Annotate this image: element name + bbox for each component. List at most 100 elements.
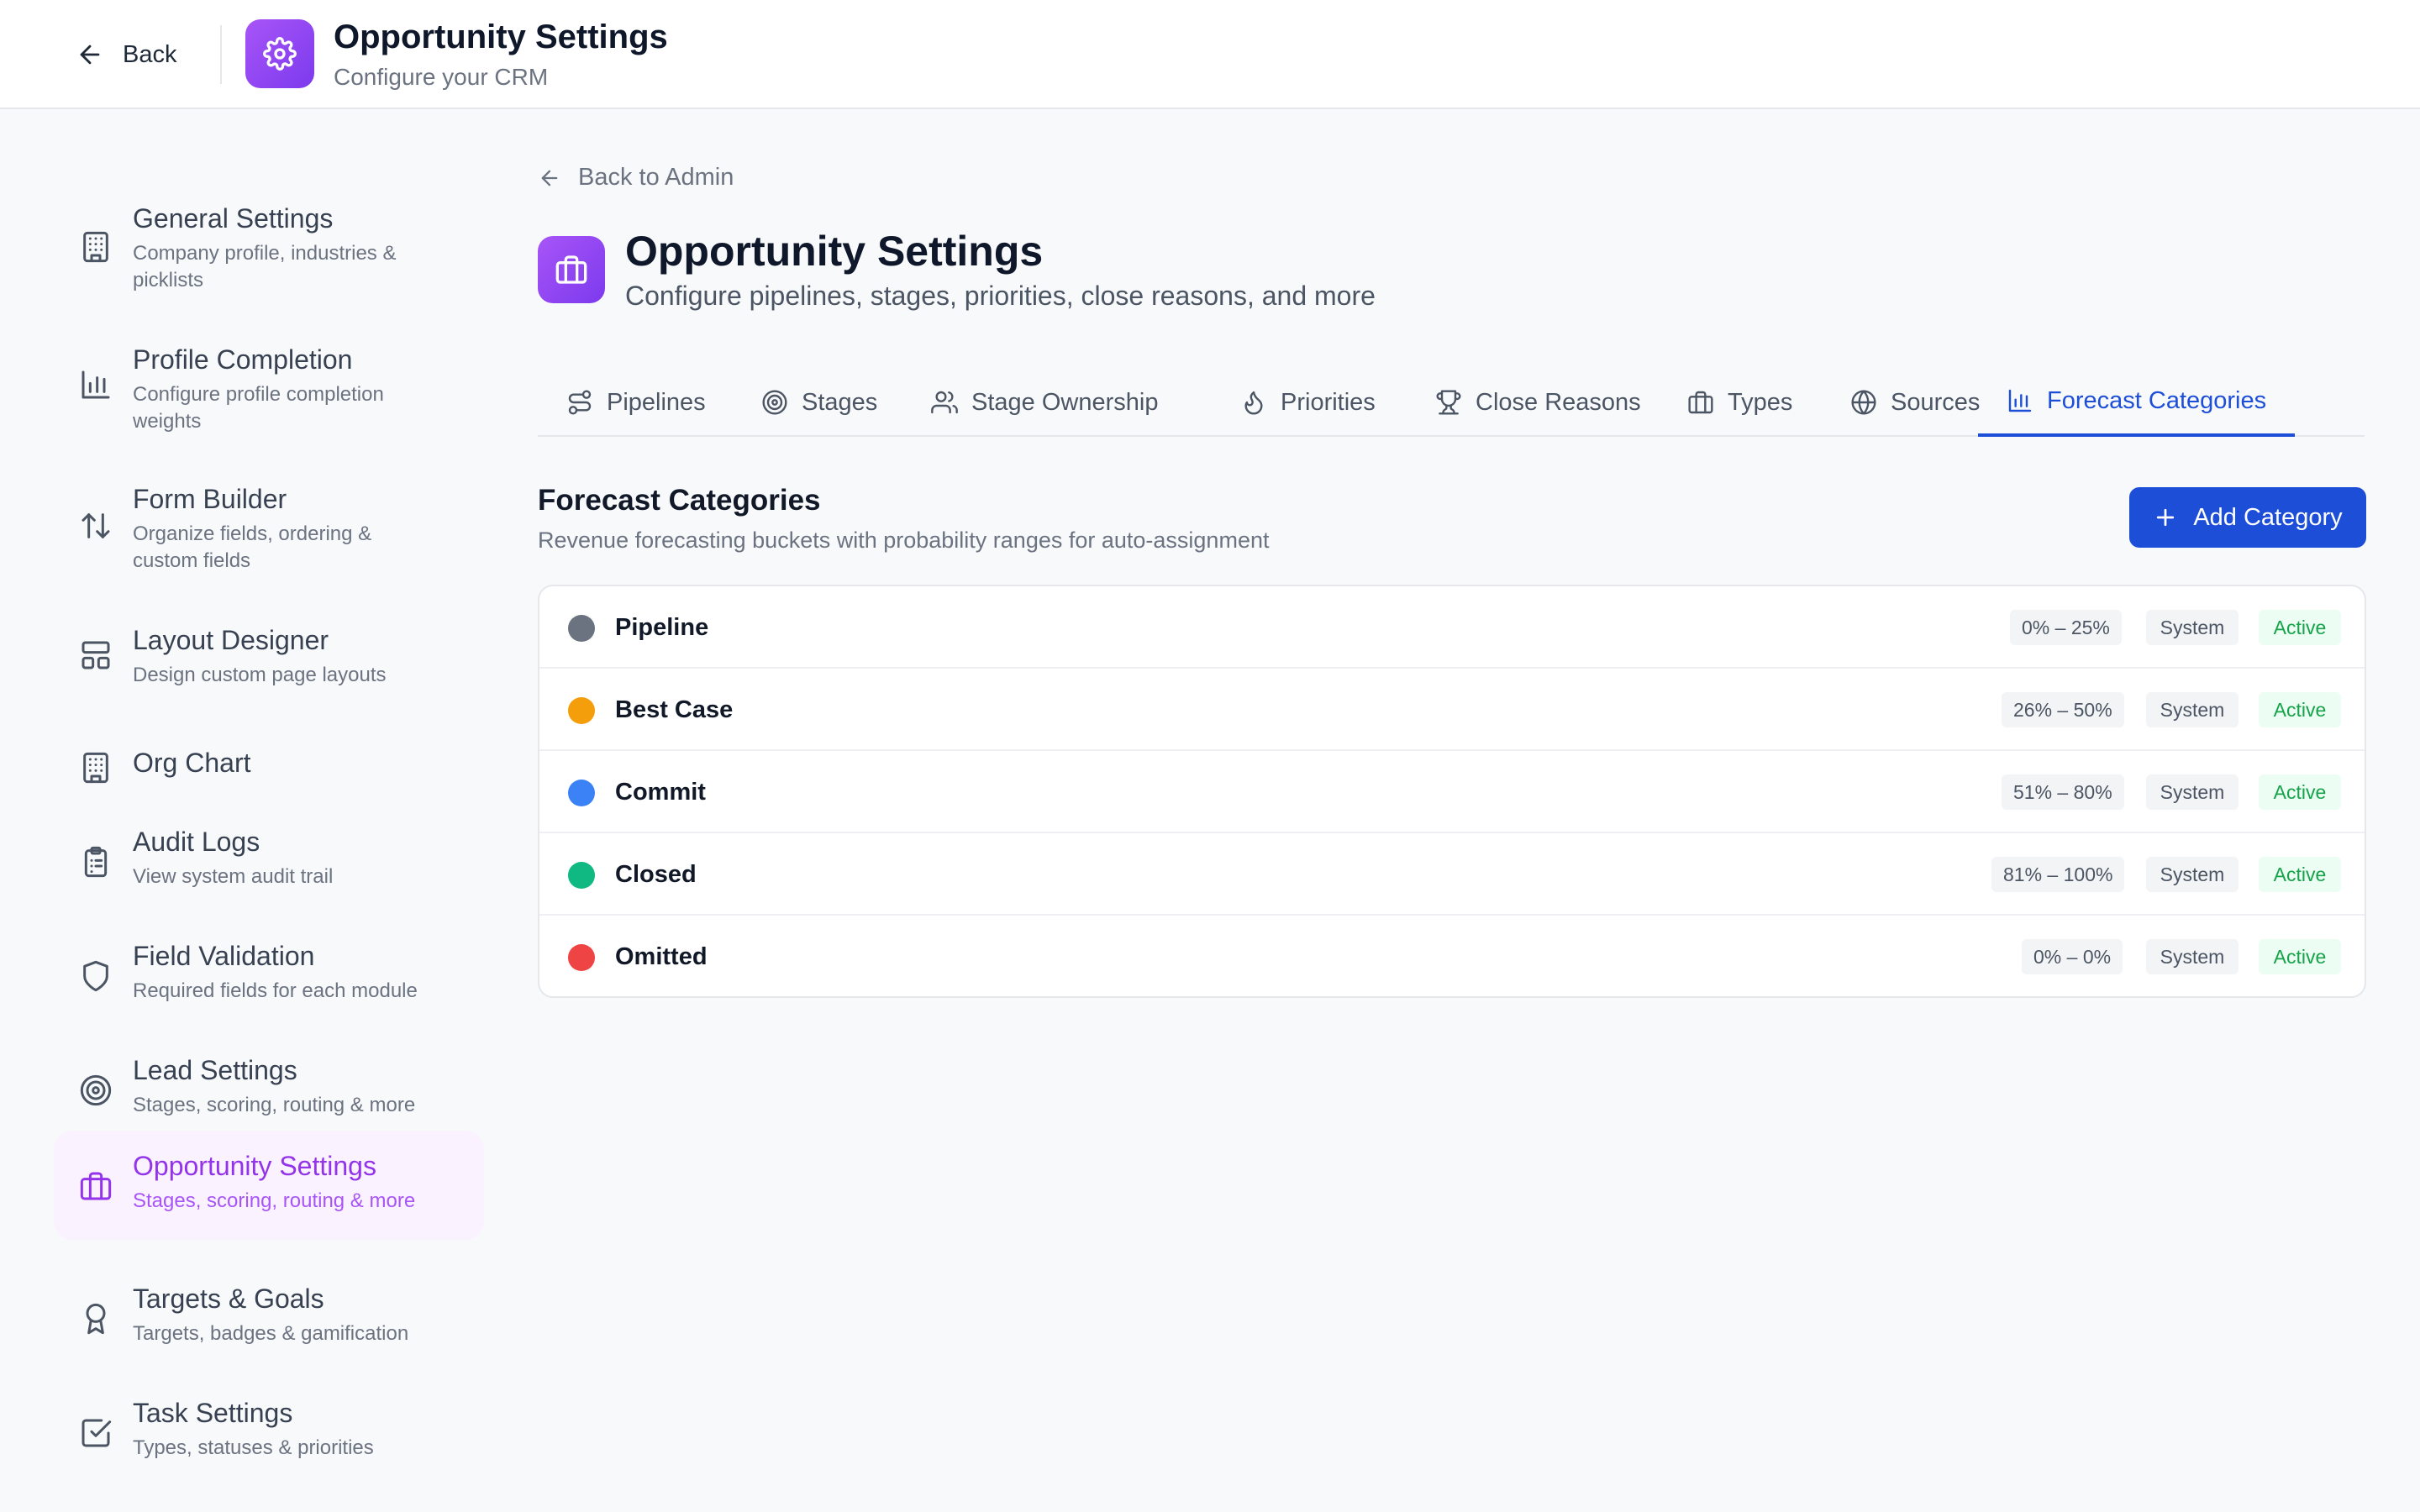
forecast-categories-list: Pipeline 0% – 25% System Active Best Cas… [538, 585, 2366, 998]
system-badge: System [2146, 692, 2238, 727]
tab-label: Forecast Categories [2047, 386, 2267, 414]
clipboard-icon [79, 845, 113, 879]
probability-range-badge: 51% – 80% [2002, 774, 2124, 810]
category-color-dot [568, 697, 595, 724]
probability-range-badge: 0% – 0% [2022, 939, 2123, 974]
briefcase-icon [538, 236, 605, 303]
building-icon [79, 751, 113, 785]
sidebar-item-audit-logs[interactable]: Audit Logs View system audit trail [54, 806, 484, 899]
target-icon [79, 1074, 113, 1107]
category-name: Commit [615, 779, 706, 806]
category-name: Best Case [615, 696, 734, 723]
tab-priorities[interactable]: Priorities [1212, 368, 1404, 437]
sidebar-item-profile-completion[interactable]: Profile Completion Configure profile com… [54, 323, 484, 433]
status-badge: Active [2259, 857, 2341, 892]
sidebar-item-field-validation[interactable]: Field Validation Required fields for eac… [54, 921, 484, 1013]
sidebar-item-targets-goals[interactable]: Targets & Goals Targets, badges & gamifi… [54, 1263, 484, 1356]
sidebar-item-title: Task Settings [133, 1398, 293, 1428]
status-badge: Active [2259, 774, 2341, 810]
settings-gear-icon [245, 19, 314, 88]
users-icon [931, 391, 958, 414]
tab-types[interactable]: Types [1659, 368, 1821, 437]
tab-label: Close Reasons [1476, 388, 1641, 416]
tab-label: Sources [1891, 388, 1981, 416]
sidebar-item-opportunity-settings[interactable]: Opportunity Settings Stages, scoring, ro… [54, 1131, 484, 1240]
sidebar-item-title: Org Chart [133, 748, 251, 778]
header-title: Opportunity Settings [334, 18, 668, 55]
category-row-omitted[interactable]: Omitted 0% – 0% System Active [539, 916, 2365, 996]
category-name: Pipeline [615, 614, 709, 641]
target-icon [762, 390, 787, 415]
tab-label: Pipelines [607, 388, 706, 416]
tab-pipelines[interactable]: Pipelines [538, 368, 734, 437]
status-badge: Active [2259, 939, 2341, 974]
tab-forecast-categories[interactable]: Forecast Categories [1978, 368, 2296, 437]
category-color-dot [568, 944, 595, 971]
category-color-dot [568, 780, 595, 806]
sidebar-item-desc: Stages, scoring, routing & more [133, 1094, 416, 1116]
probability-range-badge: 81% – 100% [1991, 857, 2125, 892]
sidebar-item-title: Profile Completion [133, 344, 353, 375]
sidebar-item-title: General Settings [133, 203, 334, 234]
tab-close-reasons[interactable]: Close Reasons [1407, 368, 1670, 437]
layout-icon [79, 638, 113, 672]
add-category-label: Add Category [2193, 503, 2343, 531]
back-button[interactable]: Back [76, 34, 176, 76]
sidebar-item-desc: Company profile, industries & picklists [133, 242, 397, 291]
tab-stage-ownership[interactable]: Stage Ownership [902, 368, 1186, 437]
back-to-admin-link[interactable]: Back to Admin [538, 164, 734, 192]
section-title: Forecast Categories [538, 484, 821, 517]
flame-icon [1244, 391, 1263, 415]
probability-range-badge: 0% – 25% [2010, 610, 2122, 645]
breadcrumb-label: Back to Admin [578, 164, 734, 191]
add-category-button[interactable]: Add Category [2129, 487, 2366, 548]
sidebar-item-title: Opportunity Settings [133, 1151, 376, 1181]
sidebar-item-layout-designer[interactable]: Layout Designer Design custom page layou… [54, 605, 484, 689]
back-button-label: Back [123, 40, 177, 68]
category-name: Closed [615, 861, 697, 888]
shield-icon [79, 959, 113, 993]
settings-tabs: Pipelines Stages Stage Ownership Priorit… [538, 368, 2365, 437]
sidebar-item-title: Form Builder [133, 484, 287, 514]
tab-label: Types [1728, 388, 1793, 416]
sort-arrows-icon [79, 509, 113, 543]
bar-chart-icon [79, 368, 113, 402]
status-badge: Active [2259, 610, 2341, 645]
sidebar-item-desc: Targets, badges & gamification [133, 1322, 409, 1345]
category-row-commit[interactable]: Commit 51% – 80% System Active [539, 751, 2365, 833]
tab-label: Stages [802, 388, 878, 416]
check-square-icon [79, 1416, 113, 1450]
tab-label: Priorities [1281, 388, 1376, 416]
award-icon [79, 1302, 113, 1336]
category-row-closed[interactable]: Closed 81% – 100% System Active [539, 833, 2365, 916]
sidebar-item-desc: View system audit trail [133, 865, 334, 888]
briefcase-icon [1688, 391, 1713, 414]
sidebar-item-general-settings[interactable]: General Settings Company profile, indust… [54, 181, 484, 291]
briefcase-icon [79, 1169, 113, 1203]
sidebar-item-task-settings[interactable]: Task Settings Types, statuses & prioriti… [54, 1378, 484, 1470]
system-badge: System [2146, 610, 2238, 645]
arrow-left-icon [538, 166, 561, 190]
tab-stages[interactable]: Stages [733, 368, 906, 437]
sidebar-item-form-builder[interactable]: Form Builder Organize fields, ordering &… [54, 464, 484, 573]
system-badge: System [2146, 857, 2238, 892]
category-name: Omitted [615, 943, 708, 970]
page-subtitle: Configure pipelines, stages, priorities,… [625, 281, 1376, 311]
sidebar-item-title: Lead Settings [133, 1055, 297, 1085]
probability-range-badge: 26% – 50% [2002, 692, 2124, 727]
sidebar-item-desc: Configure profile completion weights [133, 383, 384, 433]
sidebar-item-title: Targets & Goals [133, 1284, 324, 1314]
sidebar-item-desc: Design custom page layouts [133, 664, 387, 686]
category-row-pipeline[interactable]: Pipeline 0% – 25% System Active [539, 586, 2365, 669]
sidebar-item-lead-settings[interactable]: Lead Settings Stages, scoring, routing &… [54, 1035, 484, 1127]
system-badge: System [2146, 939, 2238, 974]
sidebar-item-title: Audit Logs [133, 827, 260, 857]
sidebar-item-org-chart[interactable]: Org Chart [54, 719, 484, 803]
sidebar-item-desc: Types, statuses & priorities [133, 1436, 374, 1459]
plus-icon [2157, 508, 2175, 527]
sidebar-item-desc: Stages, scoring, routing & more [133, 1189, 416, 1212]
sidebar-item-desc: Required fields for each module [133, 979, 418, 1002]
category-row-best-case[interactable]: Best Case 26% – 50% System Active [539, 669, 2365, 751]
building-icon [79, 230, 113, 264]
category-color-dot [568, 862, 595, 889]
